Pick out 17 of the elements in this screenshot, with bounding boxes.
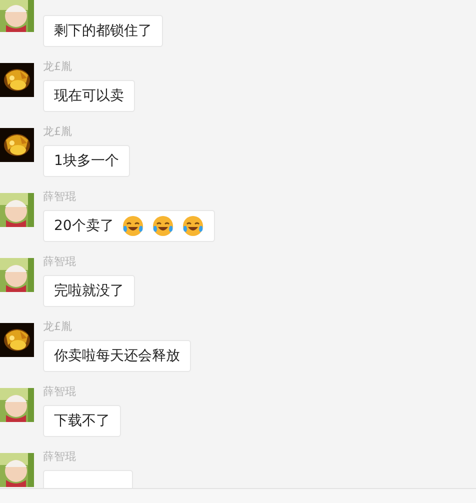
message-text: 完啦就没了 [54,282,124,300]
sender-name: 薛智琨 [43,255,76,269]
sender-name: 龙£胤 [43,320,72,334]
message-text: 20个卖了 [54,216,114,236]
message-text: 下载不了 [54,412,110,430]
emoji-icon [152,215,174,237]
emoji-icon [122,215,144,237]
sender-name: 薛智琨 [43,450,76,464]
message-text: 你卖啦每天还会释放 [54,346,180,366]
message-text: 1块多一个 [54,152,119,170]
sender-name: 薛智琨 [43,385,76,399]
message-text: 剩下的都锁住了 [54,22,152,40]
sender-name: 龙£胤 [43,60,72,74]
sender-name: 薛智琨 [43,190,76,204]
message-text: 现在可以卖 [54,86,124,106]
emoji-icon [182,215,204,237]
sender-name: 龙£胤 [43,125,72,139]
